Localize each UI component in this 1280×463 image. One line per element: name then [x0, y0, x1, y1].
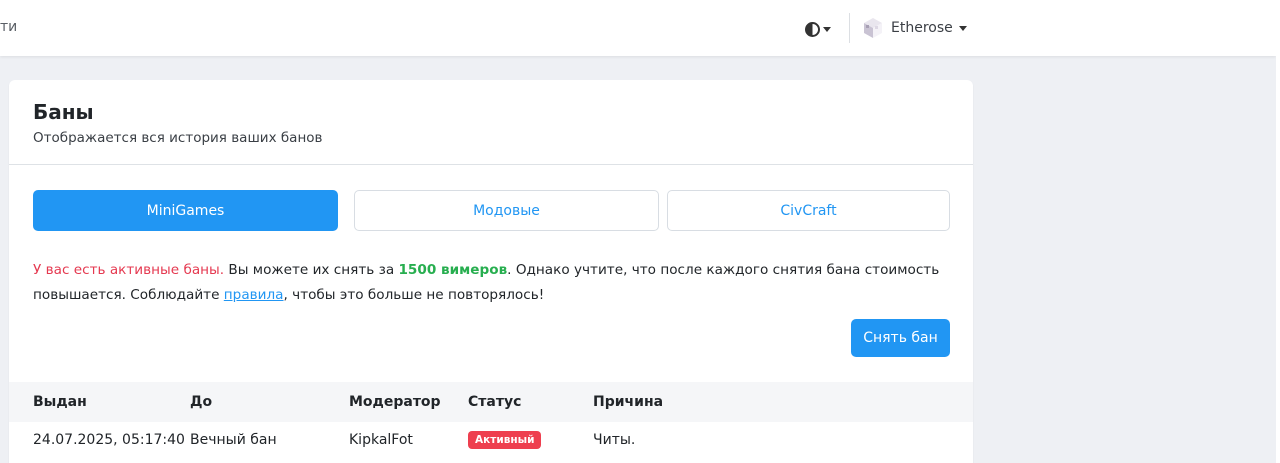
- column-header-moderator: Модератор: [349, 394, 441, 410]
- contrast-icon: [805, 21, 820, 37]
- tab-modded[interactable]: Модовые: [354, 190, 659, 231]
- column-header-status: Статус: [468, 394, 522, 410]
- table-header-row: Выдан До Модератор Статус Причина: [9, 382, 973, 422]
- column-header-issued: Выдан: [33, 394, 87, 410]
- nav-link-fragment[interactable]: ти: [0, 19, 17, 35]
- top-navbar: ти Etherose: [0, 0, 1276, 56]
- active-bans-warning: У вас есть активные баны.: [33, 262, 225, 278]
- cell-reason: Читы.: [593, 432, 636, 448]
- bans-card: Баны Отображается вся история ваших бано…: [9, 80, 973, 463]
- rules-link[interactable]: правила: [224, 287, 284, 303]
- notice-text: Вы можете их снять за: [224, 262, 399, 278]
- cell-status: Активный: [468, 431, 542, 450]
- status-badge: Активный: [468, 431, 542, 449]
- notice-text: , чтобы это больше не повторялось!: [283, 287, 545, 303]
- card-header: Баны Отображается вся история ваших бано…: [9, 80, 973, 165]
- cell-moderator: KipkalFot: [349, 432, 413, 448]
- avatar: [861, 16, 885, 40]
- table-row: 24.07.2025, 05:17:40 Вечный бан KipkalFo…: [9, 422, 973, 462]
- tab-minigames[interactable]: MiniGames: [33, 190, 338, 231]
- chevron-down-icon: [958, 25, 967, 31]
- page-title: Баны: [33, 100, 94, 124]
- tab-civcraft[interactable]: CivCraft: [667, 190, 950, 231]
- nav-divider: [849, 13, 850, 43]
- avatar-cube-icon: [864, 18, 882, 38]
- scrollbar-track[interactable]: [1276, 0, 1280, 463]
- user-menu-button[interactable]: Etherose: [861, 16, 967, 40]
- column-header-until: До: [190, 394, 213, 410]
- unban-price: 1500 вимеров: [398, 262, 508, 278]
- page-subtitle: Отображается вся история ваших банов: [33, 130, 323, 146]
- cell-issued: 24.07.2025, 05:17:40: [33, 432, 185, 448]
- theme-toggle-button[interactable]: [805, 19, 831, 39]
- chevron-down-icon: [823, 26, 831, 32]
- unban-button[interactable]: Снять бан: [851, 319, 950, 357]
- cell-until: Вечный бан: [190, 432, 277, 448]
- username: Etherose: [891, 20, 953, 36]
- column-header-reason: Причина: [593, 394, 664, 410]
- active-bans-notice: У вас есть активные баны. Вы можете их с…: [33, 258, 953, 308]
